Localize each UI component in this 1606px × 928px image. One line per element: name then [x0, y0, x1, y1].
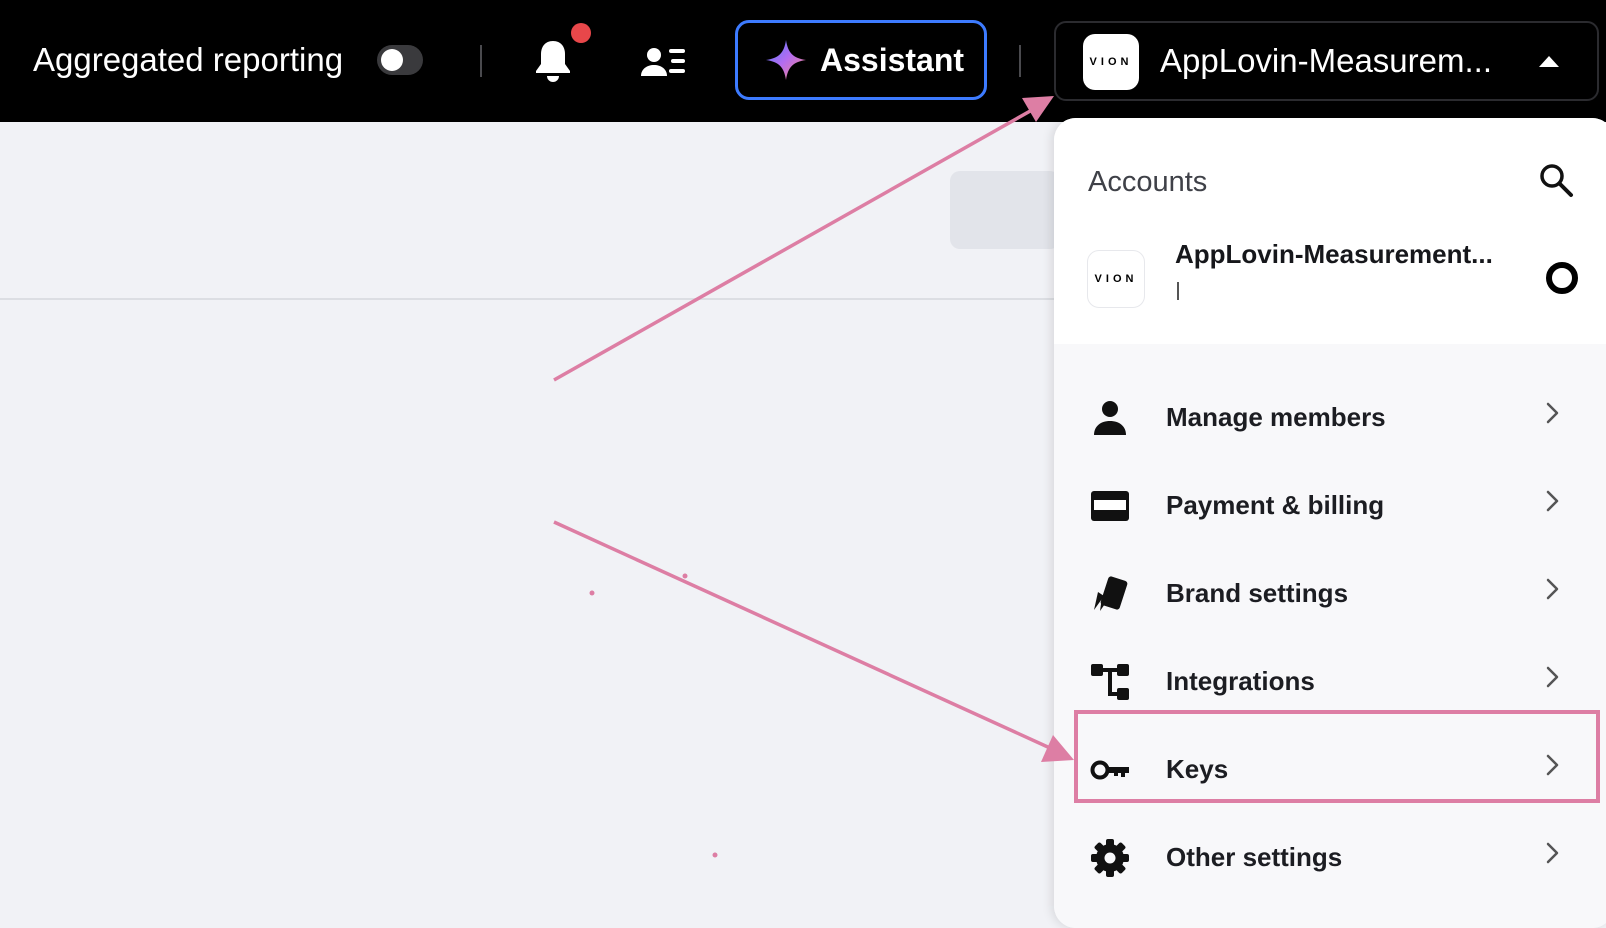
text-cursor	[1177, 282, 1179, 300]
account-name: AppLovin-Measurement...	[1175, 239, 1493, 269]
integrations-icon	[1091, 664, 1129, 700]
account-list-item[interactable]: VION AppLovin-Measurement...	[1054, 228, 1606, 344]
menu-item-label: Other settings	[1166, 842, 1343, 872]
menu-item-label: Manage members	[1166, 402, 1386, 432]
chevron-right-icon	[1546, 666, 1559, 688]
person-icon	[1094, 401, 1126, 435]
contacts-icon[interactable]	[641, 44, 687, 80]
menu-item-label: Integrations	[1166, 666, 1315, 696]
menu-item-brand-settings[interactable]: Brand settings	[1054, 550, 1606, 638]
brand-tag-icon	[1094, 576, 1128, 611]
menu-item-label: Brand settings	[1166, 578, 1349, 608]
search-icon[interactable]	[1538, 162, 1574, 198]
caret-up-icon	[1539, 56, 1559, 67]
notification-dot	[571, 23, 591, 43]
keys-highlight-box	[1074, 710, 1600, 803]
chevron-right-icon	[1546, 842, 1559, 864]
background-placeholder-button	[950, 171, 1060, 249]
menu-item-manage-members[interactable]: Manage members	[1054, 374, 1606, 462]
account-selected-radio[interactable]	[1546, 262, 1578, 294]
accounts-panel-header: Accounts VION AppLovin-Measurement...	[1054, 118, 1606, 344]
menu-item-other-settings[interactable]: Other settings	[1054, 814, 1606, 902]
aggregated-reporting-toggle[interactable]	[377, 45, 423, 75]
current-account-name: AppLovin-Measurem...	[1160, 42, 1492, 79]
credit-card-icon	[1091, 491, 1129, 521]
assistant-button[interactable]: Assistant	[735, 20, 987, 100]
assistant-label: Assistant	[820, 41, 965, 78]
menu-item-label: Payment & billing	[1166, 490, 1385, 520]
accounts-dropdown-panel: Accounts VION AppLovin-Measurement... Ma…	[1054, 118, 1606, 928]
bell-icon[interactable]	[533, 38, 573, 84]
background-divider	[0, 298, 1060, 300]
vion-logo: VION	[1083, 34, 1139, 90]
chevron-right-icon	[1546, 402, 1559, 424]
chevron-right-icon	[1546, 490, 1559, 512]
account-switcher-button[interactable]: VION AppLovin-Measurem...	[1054, 21, 1599, 101]
vion-logo: VION	[1087, 250, 1145, 308]
account-settings-menu: Manage members Payment & billing Brand s…	[1054, 344, 1606, 928]
divider	[1019, 45, 1021, 77]
accounts-title: Accounts	[1088, 166, 1208, 198]
gear-icon	[1091, 839, 1129, 877]
menu-item-payment-billing[interactable]: Payment & billing	[1054, 462, 1606, 550]
top-bar: Aggregated reporting Assistant VION AppL…	[0, 0, 1606, 122]
sparkle-icon	[766, 40, 806, 80]
toggle-knob	[381, 49, 403, 71]
chevron-right-icon	[1546, 578, 1559, 600]
divider	[480, 45, 482, 77]
aggregated-reporting-label: Aggregated reporting	[33, 41, 344, 78]
